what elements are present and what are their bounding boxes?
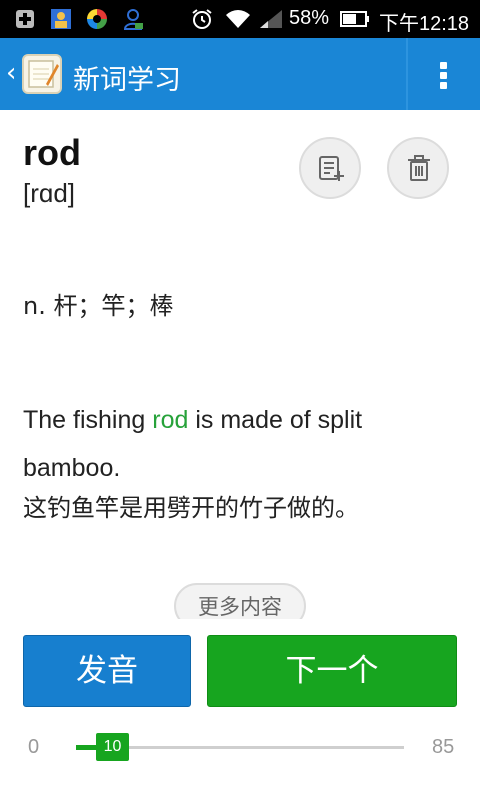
alarm-icon: [192, 9, 212, 29]
example-highlight: rod: [152, 406, 189, 434]
app-circle-icon: [87, 9, 107, 29]
word-phonetic: [rɑd]: [23, 178, 76, 208]
app-bar: ‹ 新词学习: [0, 38, 480, 110]
battery-icon: [340, 11, 369, 27]
signal-icon: [260, 10, 282, 28]
content-fade: [0, 619, 480, 633]
page-title: 新词学习: [73, 65, 181, 96]
next-word-button[interactable]: 下一个: [207, 635, 457, 707]
progress-slider-thumb[interactable]: 10: [96, 733, 129, 761]
delete-word-button[interactable]: [387, 137, 449, 199]
trash-icon: [408, 155, 430, 181]
person-notification-icon: [123, 9, 143, 30]
clock: 下午12:18: [379, 13, 470, 35]
chevron-left-icon[interactable]: ‹: [6, 60, 16, 86]
pronounce-button[interactable]: 发音: [23, 635, 191, 707]
status-bar: 58% 下午12:18: [0, 0, 480, 38]
example-translation: 这钓鱼竿是用劈开的竹子做的。: [23, 494, 359, 522]
word-definition: n. 杆；竿；棒: [23, 292, 174, 320]
contacts-icon: [51, 9, 71, 29]
word-title: rod: [23, 132, 81, 173]
add-to-notebook-button[interactable]: [299, 137, 361, 199]
overflow-menu-icon[interactable]: [408, 38, 480, 110]
progress-max-label: 85: [432, 736, 455, 758]
example-sentence: The fishing rod is made of split bamboo.: [23, 396, 453, 492]
example-text-before: The fishing: [23, 406, 153, 434]
progress-min-label: 0: [28, 736, 40, 758]
wifi-icon: [226, 10, 250, 28]
add-to-notebook-icon: [319, 156, 344, 181]
app-logo[interactable]: [22, 54, 62, 94]
battery-percent: 58%: [289, 7, 330, 29]
add-box-icon: [16, 10, 34, 28]
